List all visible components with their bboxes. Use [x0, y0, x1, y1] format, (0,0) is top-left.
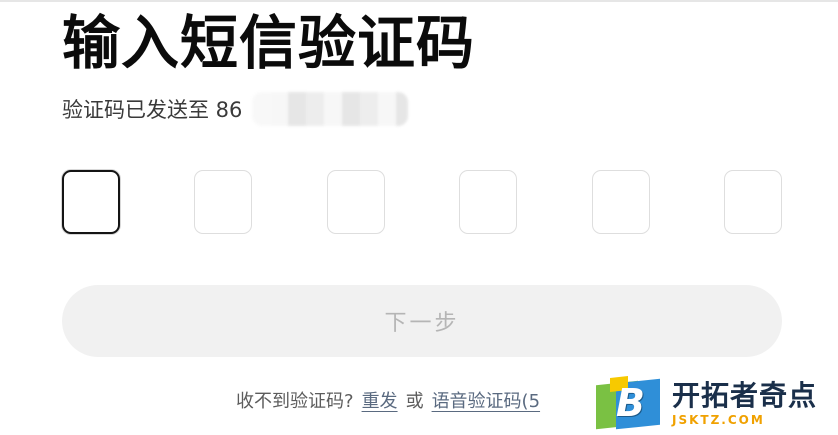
watermark-name: 开拓者奇点 [672, 379, 818, 412]
sent-to-notice: 验证码已发送至 86 [62, 92, 409, 126]
site-watermark: B 开拓者奇点 JSKTZ.COM [596, 375, 832, 433]
voice-code-link[interactable]: 语音验证码(5 [432, 387, 540, 413]
watermark-text: 开拓者奇点 JSKTZ.COM [672, 379, 818, 427]
code-digit-1[interactable] [62, 170, 120, 234]
code-digit-2[interactable] [194, 170, 253, 234]
page-title: 输入短信验证码 [62, 9, 476, 77]
no-code-prompt: 收不到验证码? [236, 391, 354, 412]
next-step-button[interactable]: 下一步 [62, 285, 782, 357]
code-digit-6[interactable] [723, 170, 782, 234]
watermark-logo-icon: B [596, 375, 662, 433]
watermark-logo-letter: B [616, 381, 645, 425]
code-digit-3[interactable] [326, 170, 385, 234]
masked-phone-number [252, 92, 409, 126]
resend-options: 收不到验证码? 重发 或 语音验证码(5 [236, 386, 548, 414]
sms-verification-page: 输入短信验证码 验证码已发送至 86 下一步 收不到验证码? 重发 或 语音验证… [0, 0, 838, 435]
verification-code-inputs [62, 170, 782, 236]
code-digit-4[interactable] [459, 170, 518, 234]
or-separator: 或 [405, 391, 424, 412]
resend-link[interactable]: 重发 [362, 387, 398, 413]
code-digit-5[interactable] [591, 170, 650, 234]
watermark-domain: JSKTZ.COM [672, 413, 765, 427]
sent-to-label: 验证码已发送至 86 [62, 98, 243, 122]
